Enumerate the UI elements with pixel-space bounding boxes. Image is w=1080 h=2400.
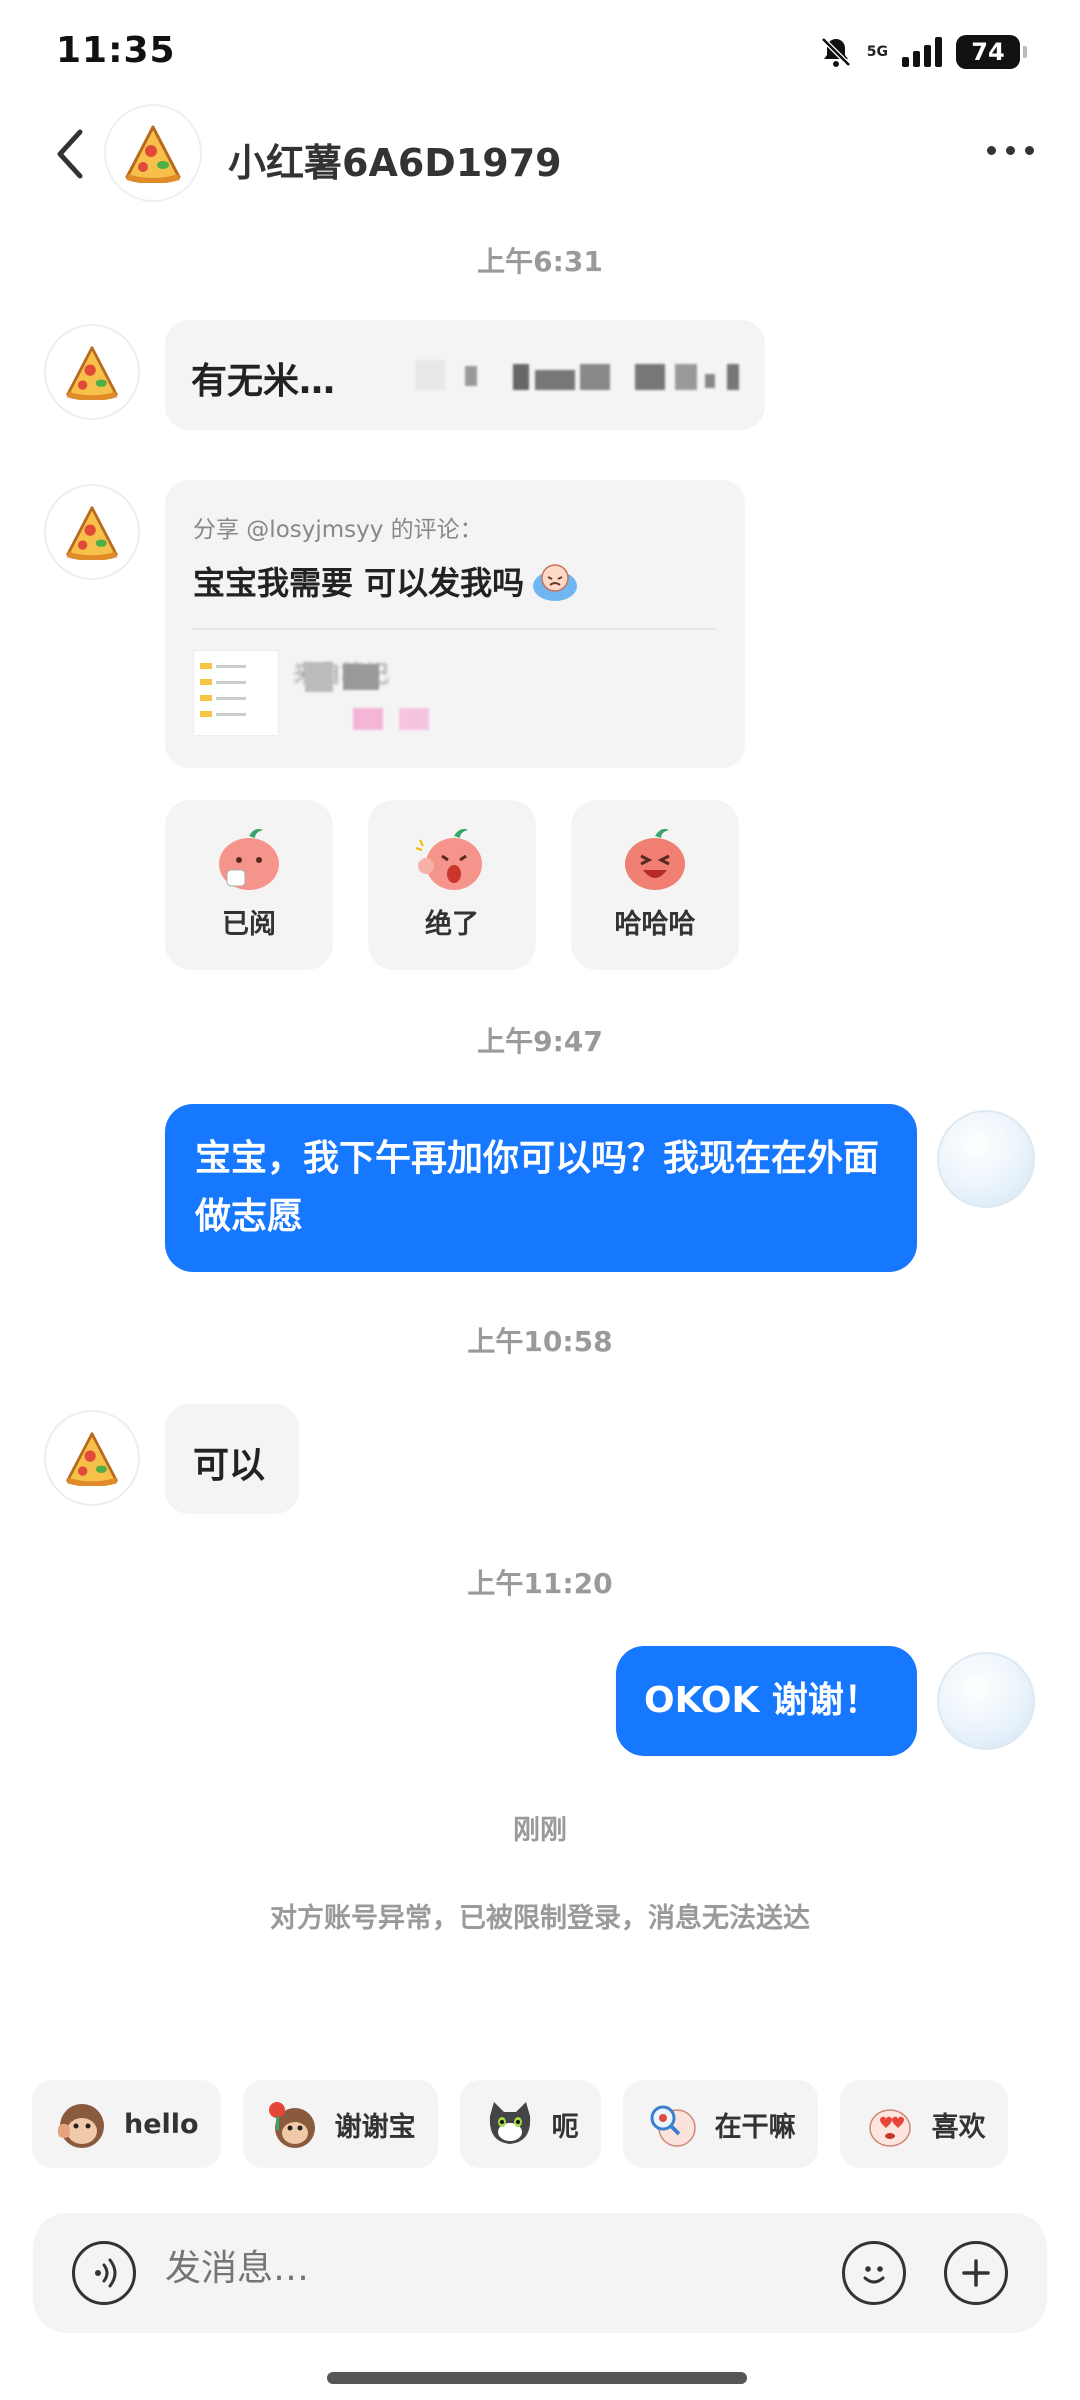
share-meta: 分享 @losyjmsyy 的评论： — [193, 517, 483, 543]
message-text: OKOK 谢谢！ — [644, 1680, 880, 1721]
battery-level: 74 — [971, 38, 1005, 66]
signal-icon: 5G — [867, 45, 888, 59]
more-button[interactable] — [975, 130, 1045, 170]
network-type: 5G — [866, 44, 888, 60]
sticker-label: 绝了 — [425, 909, 479, 940]
back-button[interactable] — [40, 124, 100, 184]
quick-reply-chip[interactable]: 在干嘛 — [622, 2080, 818, 2168]
pizza-icon — [66, 346, 118, 400]
sticker-label: 已阅 — [222, 909, 276, 940]
time-label: 上午9:47 — [477, 1025, 603, 1058]
time-label: 上午11:20 — [467, 1567, 613, 1600]
voice-icon — [95, 2258, 117, 2288]
mute-bell-icon — [820, 37, 851, 67]
message-bubble-incoming[interactable]: 有无米… — [165, 320, 765, 430]
my-avatar[interactable] — [937, 1652, 1035, 1750]
sticker-reply[interactable]: 绝了 — [368, 800, 536, 970]
plus-icon — [962, 2259, 990, 2287]
my-avatar[interactable] — [937, 1110, 1035, 1208]
emoji-icon — [863, 2266, 885, 2284]
battery-icon: 74 — [956, 35, 1027, 69]
pizza-icon — [66, 1432, 118, 1486]
quick-reply-label: 呃 — [551, 2111, 579, 2143]
quick-reply-chip[interactable]: hello — [32, 2080, 221, 2168]
contact-avatar-small[interactable] — [44, 1410, 140, 1506]
message-text: 宝宝，我下午再加你可以吗？我现在在外面做志愿 — [195, 1138, 880, 1237]
more-dots-icon — [986, 145, 996, 155]
peach-sticker-icon — [625, 828, 685, 890]
note-thumbnail — [193, 650, 279, 736]
quick-reply-chip[interactable]: 喜欢 — [839, 2080, 1008, 2168]
time-label: 上午6:31 — [477, 245, 603, 278]
emoji-button[interactable] — [842, 2241, 906, 2305]
shared-comment-card[interactable]: 分享 @losyjmsyy 的评论： 宝宝我需要 可以发我吗 来自笔记 — [165, 480, 745, 768]
hearts-sticker-icon — [868, 2109, 911, 2147]
quick-reply-chip[interactable]: 谢谢宝 — [242, 2080, 438, 2168]
home-indicator[interactable] — [327, 2372, 747, 2384]
sticker-reply[interactable]: 哈哈哈 — [571, 800, 739, 970]
message-text: 可以 — [193, 1445, 266, 1486]
sticker-reply[interactable]: 已阅 — [165, 800, 333, 970]
quick-reply-bar: hello 谢谢宝 呃 在干嘛 喜欢 — [32, 2080, 1008, 2168]
message-bubble-outgoing[interactable]: OKOK 谢谢！ — [616, 1646, 917, 1756]
system-notice: 对方账号异常，已被限制登录，消息无法送达 — [270, 1903, 810, 1934]
status-time: 11:35 — [56, 30, 176, 71]
pizza-icon — [125, 125, 181, 183]
signal-bars — [902, 37, 942, 67]
monkey-flower-icon — [268, 2102, 315, 2148]
message-bubble-outgoing[interactable]: 宝宝，我下午再加你可以吗？我现在在外面做志愿 — [165, 1104, 917, 1272]
time-label: 刚刚 — [513, 1815, 567, 1846]
quick-reply-label: 谢谢宝 — [334, 2111, 416, 2143]
crying-face-icon — [533, 564, 578, 601]
time-label: 上午10:58 — [467, 1325, 613, 1358]
cat-sticker-icon — [489, 2102, 530, 2144]
divider — [193, 628, 717, 630]
peach-sticker-icon — [415, 828, 482, 890]
share-comment: 宝宝我需要 可以发我吗 — [193, 558, 717, 604]
quick-reply-label: 喜欢 — [931, 2111, 986, 2143]
status-icons: 5G 74 — [819, 32, 1027, 72]
pizza-icon — [66, 506, 118, 560]
magnifier-sticker-icon — [650, 2105, 696, 2147]
contact-name: 小红薯6A6D1979 — [228, 141, 562, 185]
share-comment-text: 宝宝我需要 可以发我吗 — [193, 564, 525, 602]
quick-reply-label: 在干嘛 — [714, 2111, 796, 2143]
monkey-sticker-icon — [58, 2104, 104, 2148]
chevron-left-icon — [57, 129, 83, 179]
plus-button[interactable] — [944, 2241, 1008, 2305]
contact-avatar[interactable] — [104, 104, 202, 202]
peach-sticker-icon — [219, 828, 279, 890]
quick-reply-chip[interactable]: 呃 — [459, 2080, 601, 2168]
quick-reply-label: hello — [124, 2108, 199, 2140]
message-input[interactable] — [165, 2248, 615, 2289]
message-text: 有无米… — [191, 361, 336, 402]
voice-button[interactable] — [72, 2241, 136, 2305]
contact-avatar-small[interactable] — [44, 484, 140, 580]
sticker-label: 哈哈哈 — [614, 909, 696, 940]
message-bubble-incoming[interactable]: 可以 — [165, 1404, 299, 1514]
contact-avatar-small[interactable] — [44, 324, 140, 420]
